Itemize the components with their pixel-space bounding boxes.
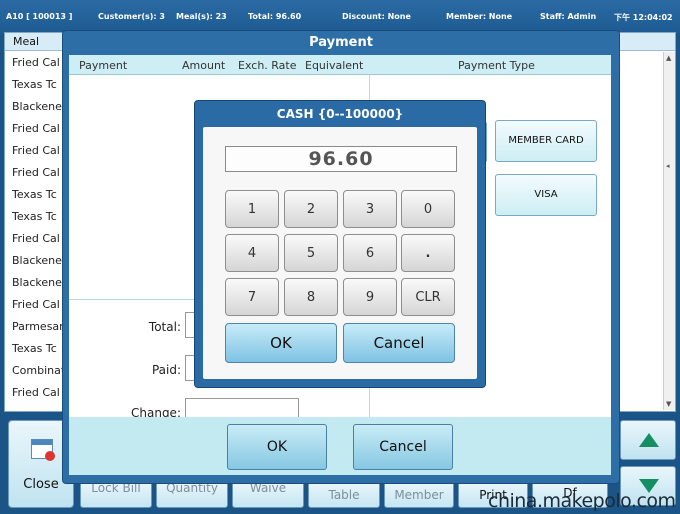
key-decimal[interactable]: . <box>401 234 455 272</box>
key-9[interactable]: 9 <box>343 278 397 316</box>
meal-scrollbar[interactable]: ▲ ◂ ▼ <box>663 52 675 410</box>
cash-ok-button[interactable]: OK <box>225 323 337 363</box>
key-3[interactable]: 3 <box>343 190 397 228</box>
payment-ok-button[interactable]: OK <box>227 424 327 470</box>
cash-dialog-title: CASH {0--100000} <box>276 107 404 121</box>
key-1[interactable]: 1 <box>225 190 279 228</box>
meal-list-item[interactable]: Fried Cal <box>5 52 65 74</box>
total-label: Total: <box>148 320 181 334</box>
key-0[interactable]: 0 <box>401 190 455 228</box>
meal-list: Fried Cal Texas Tc Blackene Fried Cal Fried … <box>5 52 65 404</box>
key-8[interactable]: 8 <box>284 278 338 316</box>
key-5[interactable]: 5 <box>284 234 338 272</box>
payment-cancel-button[interactable]: Cancel <box>353 424 453 470</box>
meal-list-item[interactable]: Fried Cal <box>5 382 65 404</box>
meal-list-item[interactable]: Texas Tc <box>5 206 65 228</box>
col-equivalent: Equivalent <box>305 59 364 72</box>
visa-button[interactable]: VISA <box>495 174 597 216</box>
member-status: Member: None <box>446 12 513 21</box>
key-2[interactable]: 2 <box>284 190 338 228</box>
staff-name: Staff: Admin <box>540 12 597 21</box>
scroll-up-icon[interactable]: ▲ <box>666 54 671 62</box>
keypad-panel: 96.60 1 2 3 0 4 5 6 . 7 8 9 CLR OK Cance… <box>203 127 477 379</box>
meal-list-item[interactable]: Parmesar <box>5 316 65 338</box>
meal-list-item[interactable]: Fried Cal <box>5 162 65 184</box>
member-card-button[interactable]: MEMBER CARD <box>495 120 597 162</box>
amount-display[interactable]: 96.60 <box>225 146 457 172</box>
meal-list-item[interactable]: Texas Tc <box>5 338 65 360</box>
cash-keypad-dialog: CASH {0--100000} 96.60 1 2 3 0 4 5 6 . 7… <box>194 100 486 388</box>
col-payment-type: Payment Type <box>458 59 535 72</box>
pos-screen: A10 [ 100013 ] Customer(s): 3 Meal(s): 2… <box>0 0 680 514</box>
discount-status: Discount: None <box>342 12 411 21</box>
key-6[interactable]: 6 <box>343 234 397 272</box>
meal-list-item[interactable]: Fried Cal <box>5 294 65 316</box>
clock: 下午 12:04:02 <box>614 13 673 22</box>
arrow-up-icon <box>639 433 659 447</box>
scroll-down-icon[interactable]: ▼ <box>666 400 671 408</box>
paid-label: Paid: <box>151 363 181 377</box>
meal-list-item[interactable]: Texas Tc <box>5 74 65 96</box>
meal-list-item[interactable]: Fried Cal <box>5 118 65 140</box>
meal-list-item[interactable]: Fried Cal <box>5 228 65 250</box>
table-number: A10 [ 100013 ] <box>6 12 73 21</box>
cash-cancel-button[interactable]: Cancel <box>343 323 455 363</box>
status-bar: A10 [ 100013 ] Customer(s): 3 Meal(s): 2… <box>0 0 680 34</box>
key-7[interactable]: 7 <box>225 278 279 316</box>
key-clear[interactable]: CLR <box>401 278 455 316</box>
scroll-up-button[interactable] <box>620 420 676 460</box>
scroll-grip-icon[interactable]: ◂ <box>666 162 670 170</box>
key-4[interactable]: 4 <box>225 234 279 272</box>
payment-footer <box>69 417 611 475</box>
col-payment: Payment <box>79 59 128 72</box>
meal-list-item[interactable]: Blackene <box>5 250 65 272</box>
meal-list-item[interactable]: Blackene <box>5 272 65 294</box>
payment-columns-header: Payment Amount Exch. Rate Equivalent Pay… <box>69 55 611 75</box>
meal-count: Meal(s): 23 <box>176 12 227 21</box>
customer-count: Customer(s): 3 <box>98 12 165 21</box>
watermark-text: china.makepolo.com <box>488 490 676 512</box>
meal-list-item[interactable]: Texas Tc <box>5 184 65 206</box>
close-dot-icon <box>45 451 55 461</box>
meal-list-item[interactable]: Fried Cal <box>5 140 65 162</box>
meal-list-item[interactable]: Blackene <box>5 96 65 118</box>
meal-list-item[interactable]: Combinat <box>5 360 65 382</box>
payment-dialog-title: Payment <box>309 35 373 50</box>
col-exch-rate: Exch. Rate <box>238 59 297 72</box>
order-total: Total: 96.60 <box>248 12 302 21</box>
col-amount: Amount <box>182 59 226 72</box>
